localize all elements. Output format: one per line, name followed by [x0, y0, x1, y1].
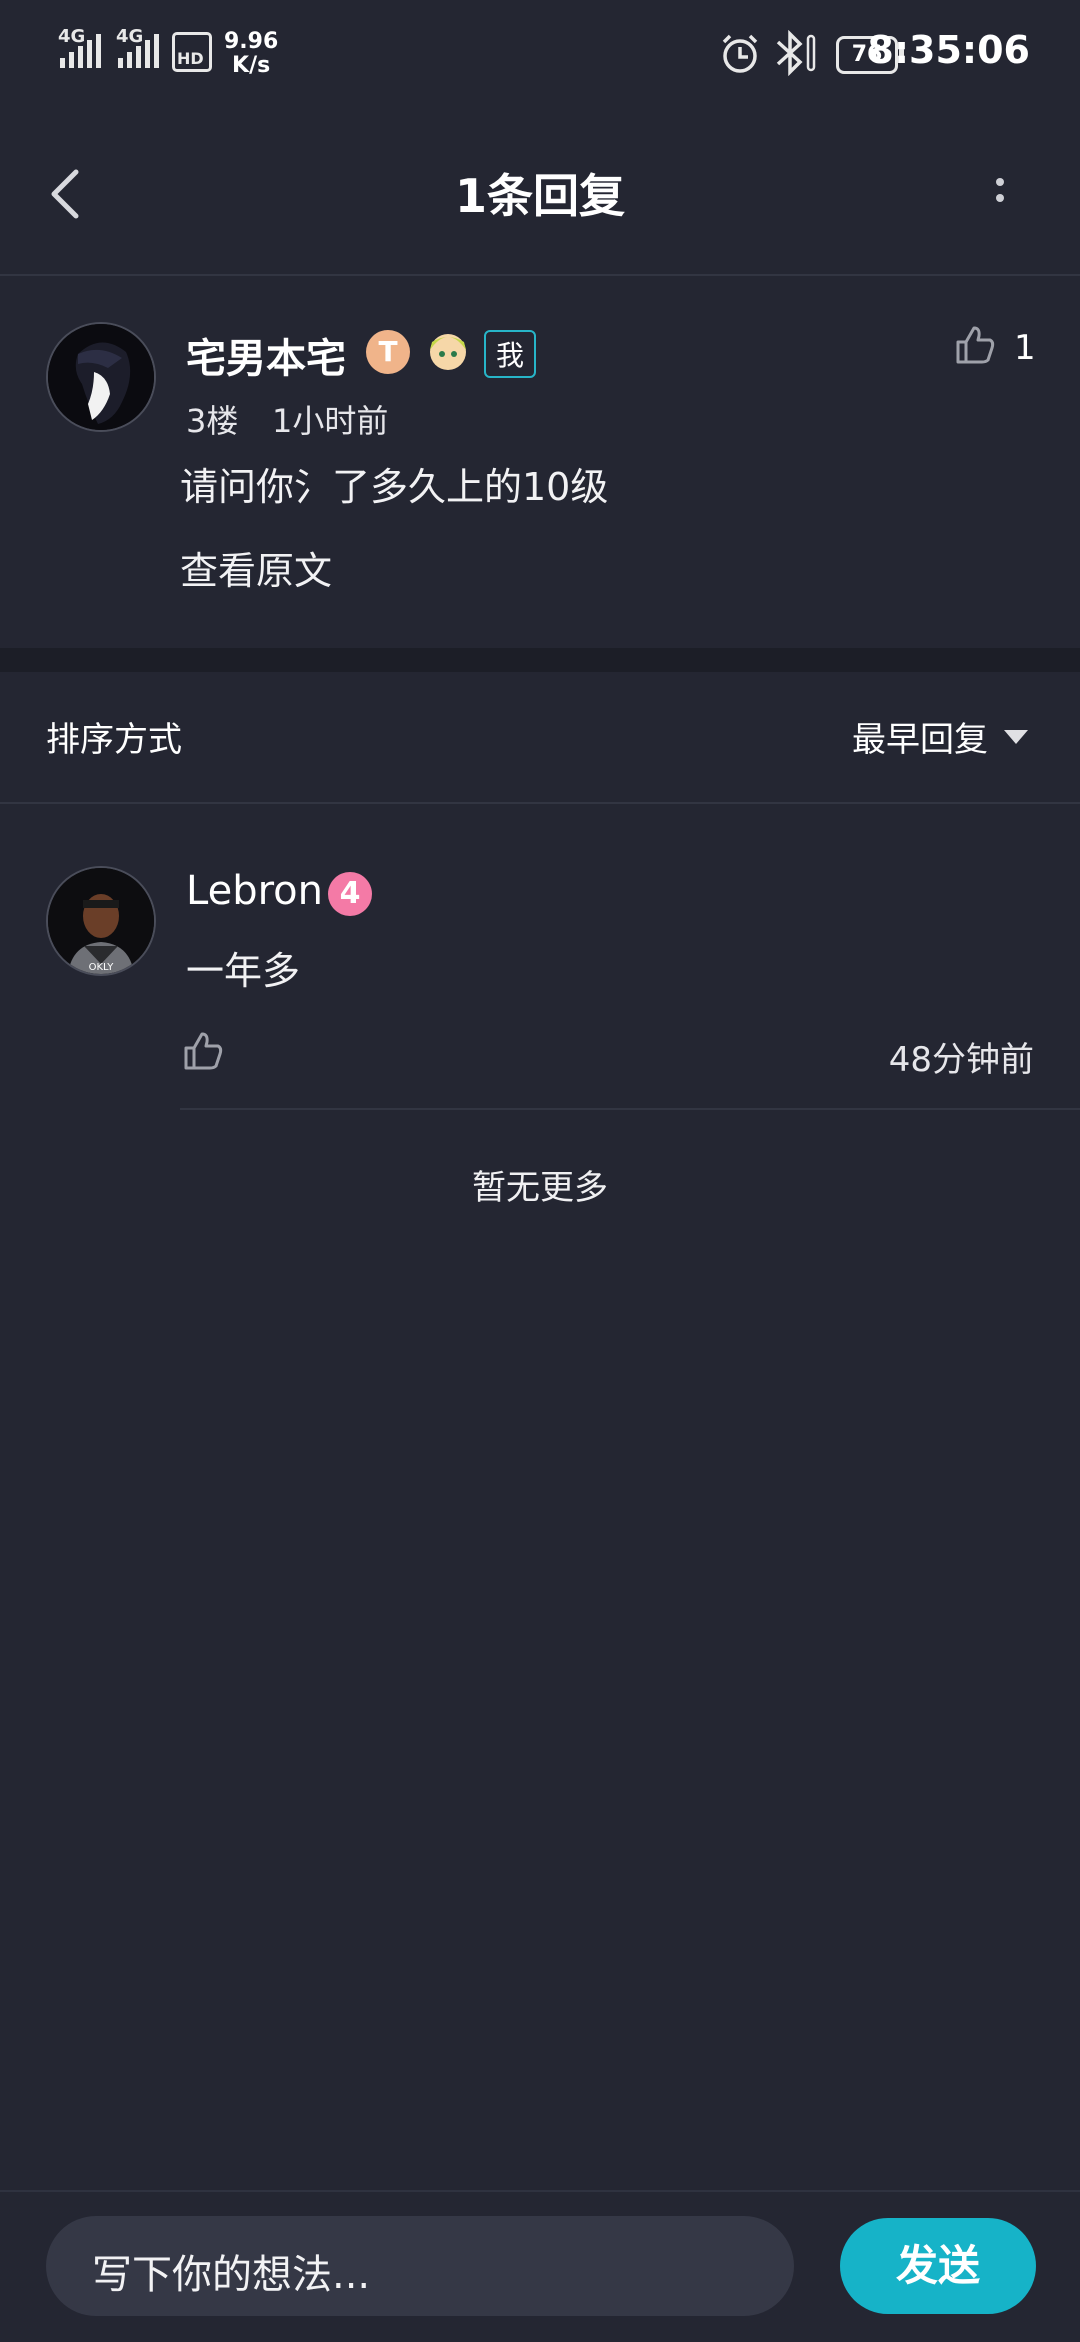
- bottom-input-bar: 写下你的想法... 发送: [0, 2190, 1080, 2342]
- reply-item: OKLY Lebron 4 一年多 48分钟前: [0, 804, 1080, 1110]
- like-count: 1: [1014, 328, 1036, 368]
- author-avatar[interactable]: [46, 322, 156, 432]
- author-name[interactable]: 宅男本宅: [186, 326, 346, 384]
- alarm-icon: [718, 32, 762, 80]
- hd-icon: HD: [172, 32, 212, 72]
- no-more-text: 暂无更多: [472, 1168, 608, 1208]
- net-speed: 9.96 K/s: [224, 29, 279, 78]
- reply-level-badge: 4: [328, 872, 372, 916]
- more-vertical-icon: [980, 178, 1020, 202]
- bluetooth-icon: [770, 29, 820, 80]
- section-divider: [0, 648, 1080, 672]
- reply-time: 48分钟前: [888, 1040, 1034, 1080]
- thumbs-up-icon: [184, 1032, 223, 1070]
- comment-input[interactable]: 写下你的想法...: [46, 2216, 794, 2316]
- more-options-button[interactable]: [980, 170, 1020, 220]
- signal-icon-2: 4G: [114, 26, 166, 76]
- send-button[interactable]: 发送: [840, 2218, 1036, 2314]
- clock: 8:35:06: [867, 28, 1030, 72]
- signal-icon-1: 4G: [56, 26, 108, 76]
- main-comment: 宅男本宅 T 我 1 3楼 1小时前 请问你氵了多久上的10级 查看原文: [0, 276, 1080, 648]
- floor-number: 3楼: [186, 402, 239, 440]
- comment-content: 请问你氵了多久上的10级: [180, 465, 609, 509]
- reply-author[interactable]: Lebron: [186, 868, 323, 914]
- reply-content: 一年多: [186, 949, 301, 993]
- view-original-link[interactable]: 查看原文: [180, 540, 332, 595]
- top-navbar: 1条回复: [0, 110, 1080, 276]
- reply-like-button[interactable]: [182, 1030, 224, 1076]
- like-button[interactable]: [954, 324, 996, 370]
- level-badge: T: [366, 330, 410, 374]
- caret-down-icon[interactable]: [1004, 730, 1028, 744]
- me-tag: 我: [484, 330, 537, 378]
- comment-input-placeholder: 写下你的想法...: [92, 2252, 371, 2298]
- comment-time: 1小时前: [272, 402, 389, 440]
- sort-dropdown[interactable]: 最早回复: [852, 712, 988, 761]
- sort-bar: 排序方式 最早回复: [0, 672, 1080, 804]
- signal-label-2: 4G: [116, 26, 144, 47]
- signal-label-1: 4G: [58, 26, 86, 47]
- svg-text:OKLY: OKLY: [89, 962, 115, 973]
- status-bar: 4G 4G HD 9.96 K/s 76 8:35:06: [0, 0, 1080, 110]
- sort-label: 排序方式: [46, 720, 182, 760]
- character-badge-icon: [424, 328, 472, 380]
- reply-divider: [180, 1108, 1080, 1110]
- reply-avatar[interactable]: OKLY: [46, 866, 156, 976]
- thumbs-up-icon: [956, 326, 995, 364]
- page-title: 1条回复: [454, 169, 625, 223]
